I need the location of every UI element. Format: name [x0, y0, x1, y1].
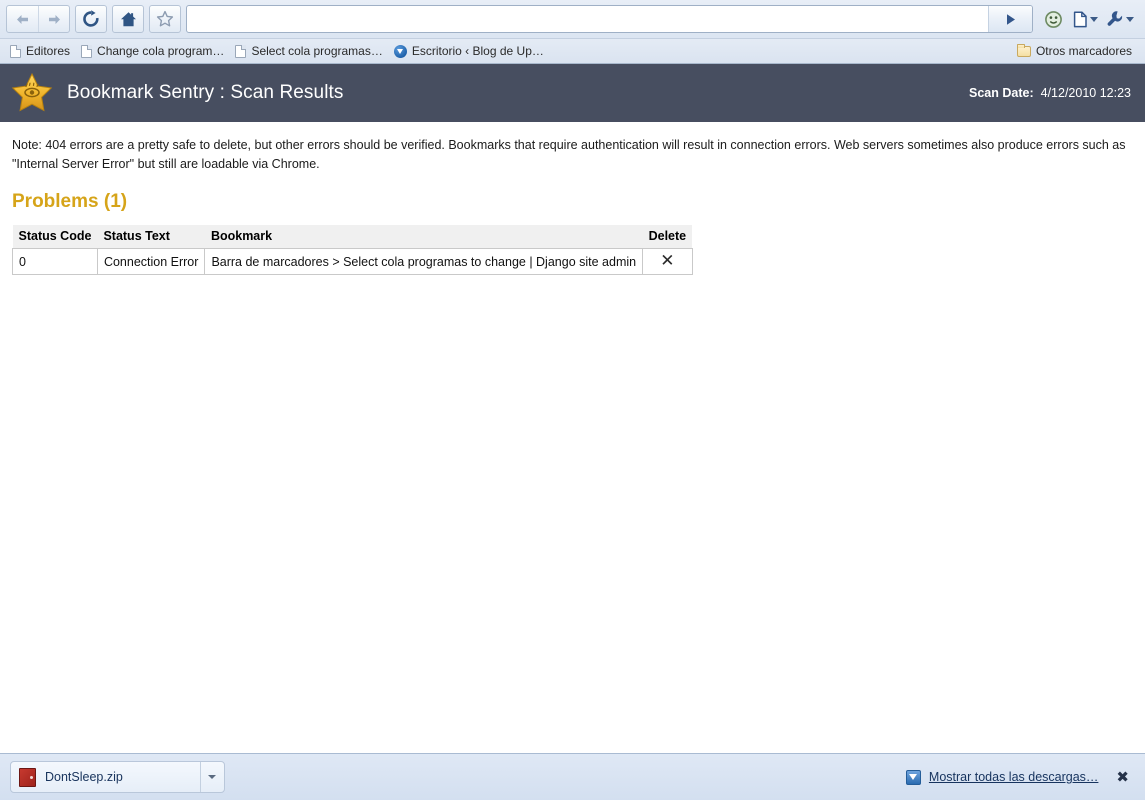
browser-window: Editores Change cola program… Select col…	[0, 0, 1145, 800]
bookmark-label: Editores	[26, 44, 71, 58]
download-item-menu-button[interactable]	[200, 762, 222, 792]
column-header-status-text: Status Text	[97, 225, 205, 249]
scan-date: Scan Date: 4/12/2010 12:23	[969, 86, 1131, 100]
home-button[interactable]	[112, 5, 144, 33]
bookmark-item-select-cola-programas[interactable]: Select cola programas…	[231, 42, 389, 60]
download-favicon-icon	[393, 44, 407, 58]
download-shelf-right-group: Mostrar todas las descargas… ✖	[905, 769, 1135, 785]
bookmark-item-editores[interactable]: Editores	[6, 42, 77, 60]
close-download-shelf-button[interactable]: ✖	[1106, 769, 1135, 785]
toolbar-right-group	[1038, 5, 1139, 33]
page-icon	[1073, 11, 1087, 27]
back-button[interactable]	[7, 6, 38, 32]
wrench-icon	[1107, 11, 1123, 26]
extension-smiley-button[interactable]	[1038, 5, 1068, 33]
page-icon	[81, 44, 93, 58]
reload-button[interactable]	[75, 5, 107, 33]
home-icon	[120, 11, 136, 26]
column-header-status-code: Status Code	[12, 225, 98, 249]
page-title: Bookmark Sentry : Scan Results	[67, 82, 344, 103]
bookmarks-bar: Editores Change cola program… Select col…	[0, 38, 1145, 63]
download-arrow-icon	[905, 769, 921, 785]
zip-file-icon	[19, 767, 36, 787]
star-eye-logo-icon	[10, 71, 54, 115]
show-all-downloads-link[interactable]: Mostrar todas las descargas…	[929, 770, 1099, 784]
table-body: 0 Connection Error Barra de marcadores >…	[12, 248, 693, 275]
address-bar[interactable]	[186, 5, 1033, 33]
play-arrow-icon	[1007, 13, 1015, 25]
page-icon	[10, 44, 21, 58]
bookmark-label: Change cola program…	[97, 44, 225, 58]
navigation-button-group	[6, 5, 70, 33]
forward-button[interactable]	[38, 6, 69, 32]
download-item[interactable]: DontSleep.zip	[10, 761, 225, 793]
table-head: Status Code Status Text Bookmark Delete	[12, 225, 693, 249]
chevron-down-icon	[1126, 16, 1134, 22]
delete-button[interactable]: ✕	[642, 248, 693, 275]
bookmark-folder-otros-marcadores[interactable]: Otros marcadores	[1013, 42, 1139, 60]
page-menu-button[interactable]	[1070, 5, 1101, 33]
browser-chrome: Editores Change cola program… Select col…	[0, 0, 1145, 64]
cell-bookmark: Barra de marcadores > Select cola progra…	[204, 248, 644, 275]
page-icon	[235, 44, 247, 58]
star-icon	[156, 10, 174, 27]
bookmark-star-button[interactable]	[149, 5, 181, 33]
bookmark-folder-label: Otros marcadores	[1035, 44, 1132, 58]
column-header-bookmark: Bookmark	[204, 225, 643, 249]
page-content: Bookmark Sentry : Scan Results Scan Date…	[0, 64, 1145, 753]
table-header-row: Status Code Status Text Bookmark Delete	[12, 225, 693, 249]
table-row: 0 Connection Error Barra de marcadores >…	[12, 248, 693, 275]
folder-icon	[1016, 43, 1031, 57]
app-header: Bookmark Sentry : Scan Results Scan Date…	[0, 64, 1145, 122]
reload-icon	[83, 10, 99, 27]
problems-heading: Problems (1)	[12, 191, 128, 212]
download-shelf: DontSleep.zip Mostrar todas las descarga…	[0, 753, 1145, 800]
wrench-menu-button[interactable]	[1103, 5, 1137, 33]
content-area: Note: 404 errors are a pretty safe to de…	[0, 122, 1145, 275]
column-header-delete: Delete	[642, 225, 693, 249]
scan-date-value: 4/12/2010 12:23	[1040, 86, 1131, 100]
chevron-down-icon	[207, 775, 216, 779]
scan-date-label: Scan Date:	[969, 86, 1034, 100]
go-button[interactable]	[988, 6, 1032, 32]
cell-status-code: 0	[12, 248, 98, 275]
chevron-down-icon	[1090, 16, 1098, 22]
bookmark-item-change-cola-program[interactable]: Change cola program…	[77, 42, 231, 60]
cell-status-text: Connection Error	[96, 248, 206, 275]
download-file-name: DontSleep.zip	[45, 770, 123, 784]
address-input[interactable]	[187, 6, 988, 32]
bookmark-item-escritorio-blog-de-up[interactable]: Escritorio ‹ Blog de Up…	[390, 42, 551, 60]
smiley-icon	[1044, 10, 1062, 28]
close-icon: ✕	[660, 251, 675, 271]
bookmark-label: Select cola programas…	[251, 44, 383, 58]
browser-toolbar	[0, 0, 1145, 38]
note-text: Note: 404 errors are a pretty safe to de…	[12, 138, 1126, 171]
bookmark-label: Escritorio ‹ Blog de Up…	[411, 44, 544, 58]
results-table: Status Code Status Text Bookmark Delete …	[12, 225, 693, 275]
